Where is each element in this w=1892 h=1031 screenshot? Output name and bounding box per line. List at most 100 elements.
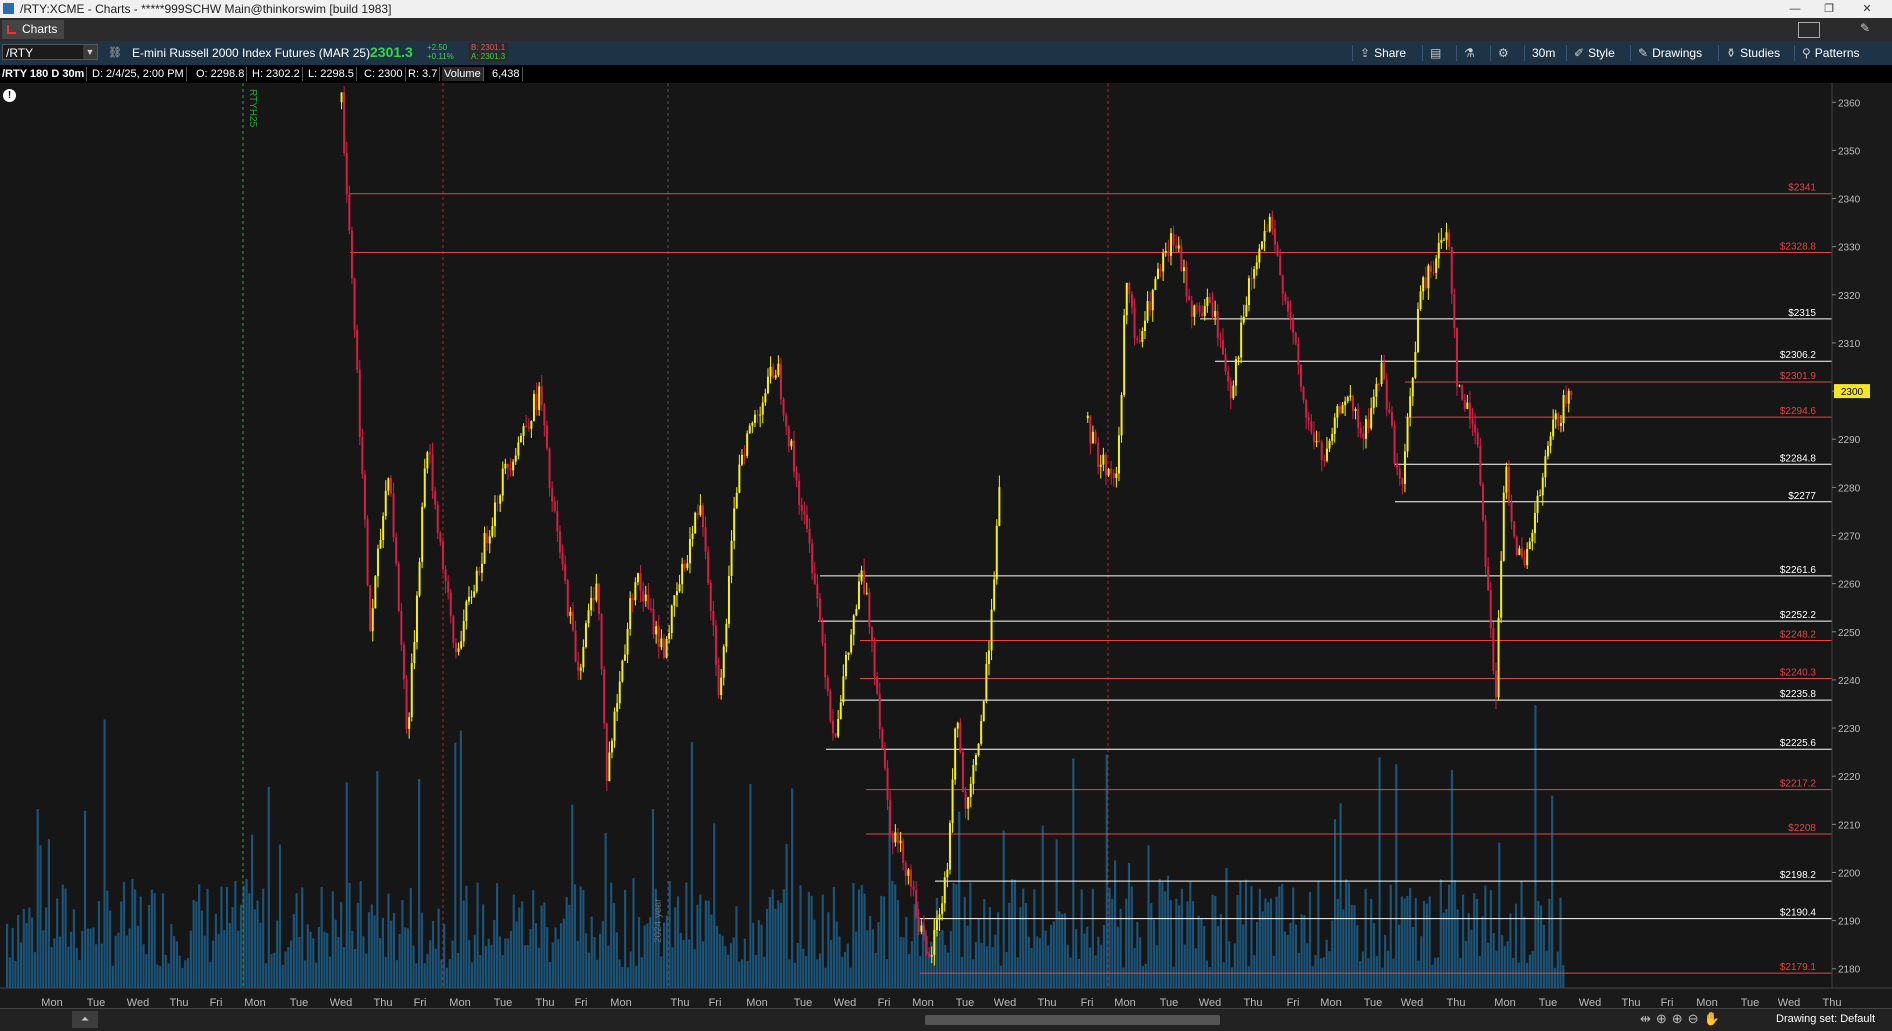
candle-body	[805, 514, 808, 529]
link-icon[interactable]: ⛓	[108, 46, 122, 59]
volume-bar	[81, 930, 84, 988]
candle-body	[363, 474, 366, 520]
volume-bar	[1300, 914, 1303, 988]
volume-bar	[1211, 894, 1214, 988]
candle-body	[525, 426, 528, 428]
volume-bar	[1286, 935, 1289, 988]
candle-body	[748, 425, 751, 434]
candle-body	[1201, 312, 1204, 316]
volume-bar	[426, 953, 429, 988]
candle-body	[899, 840, 902, 844]
volume-bar	[980, 942, 983, 988]
candle-body	[915, 890, 918, 917]
candle-body	[800, 504, 803, 512]
candle-body	[345, 153, 348, 195]
chart-nav-icons[interactable]: ⇹⊕⊕⊖✋	[1640, 1011, 1725, 1027]
candle-body	[415, 595, 418, 643]
candle-body	[1206, 297, 1209, 307]
studies-button[interactable]: ⚱ Studies	[1726, 44, 1780, 62]
candle-body	[374, 576, 377, 609]
candle-body	[980, 721, 983, 744]
candle-body	[647, 594, 650, 609]
horizontal-scrollbar[interactable]	[925, 1015, 1220, 1025]
candle-body	[1281, 275, 1284, 294]
symbol-selector[interactable]: /RTY ▼	[2, 44, 98, 60]
style-button[interactable]: ✐ Style	[1574, 44, 1615, 62]
chart-header: /RTY 180 D 30m D: 2/4/25, 2:00 PM O: 229…	[0, 65, 1892, 83]
candle-body	[639, 573, 642, 591]
volume-bar	[340, 902, 343, 988]
volume-bar	[938, 931, 941, 988]
candle-body	[878, 693, 881, 729]
volume-bar	[1047, 945, 1050, 988]
volume-bar	[379, 937, 382, 988]
candle-body	[725, 623, 728, 647]
candle-body	[678, 584, 681, 592]
tab-charts[interactable]: Charts	[2, 20, 64, 39]
candle-body	[353, 278, 356, 330]
volume-bar	[109, 910, 112, 988]
volume-bar	[832, 886, 836, 988]
volume-bar	[465, 885, 468, 988]
settings-button[interactable]: ⚙	[1498, 44, 1513, 62]
candle-body	[431, 454, 434, 492]
volume-bar	[345, 782, 348, 988]
volume-bar	[729, 943, 733, 988]
candle-body	[1367, 419, 1370, 429]
volume-bar	[1495, 950, 1498, 988]
grid-layout-button[interactable]: ▤	[1430, 44, 1445, 62]
studies-lab-button[interactable]: ⚗	[1464, 44, 1479, 62]
volume-bar	[1150, 903, 1153, 988]
minimize-button[interactable]: —	[1778, 0, 1812, 18]
patterns-button[interactable]: ⚲ Patterns	[1802, 44, 1860, 62]
chevron-down-icon[interactable]: ▼	[83, 45, 97, 59]
volume-bar	[1350, 904, 1353, 988]
volume-bar	[420, 912, 423, 988]
volume-bar	[573, 884, 577, 988]
chart-toolbar: /RTY ▼ ⛓ E-mini Russell 2000 Index Futur…	[0, 41, 1892, 66]
volume-bar	[1214, 895, 1217, 988]
candle-body	[1533, 512, 1536, 533]
volume-bar	[643, 925, 646, 988]
volume-bar	[39, 845, 42, 988]
price-chart[interactable]: RTYH25 2024 year $2341 $2328.8 $2315 $2306.2…	[0, 83, 1892, 1030]
chart-icon	[7, 25, 16, 34]
price-axis[interactable]: 2180 2190 2200 2210 2220 2230 2240 2250 2260 2270…	[1831, 83, 1892, 988]
price-tick-label: 2340	[1838, 195, 1861, 206]
candle-body	[1338, 406, 1341, 414]
candle-body	[480, 563, 483, 573]
divider	[1456, 45, 1457, 61]
candle-body	[556, 511, 559, 532]
volume-bar	[326, 932, 329, 988]
volume-bar	[278, 844, 282, 988]
timeframe-button[interactable]: 30m	[1532, 44, 1555, 62]
volume-bar	[874, 952, 877, 988]
candle-body	[1518, 548, 1521, 556]
restore-button[interactable]: ❐	[1812, 0, 1846, 18]
candle-body	[1450, 246, 1453, 295]
scroll-up-button[interactable]: ⏶	[72, 1011, 98, 1028]
candle-body	[457, 648, 460, 653]
candle-body	[686, 563, 689, 569]
volume-bar	[203, 935, 206, 988]
candle-body	[527, 426, 530, 429]
volume-bar	[910, 941, 913, 988]
share-button[interactable]: ⇪ Share	[1360, 44, 1406, 62]
price-level-label: $2301.9	[1780, 371, 1817, 382]
volume-bar	[47, 839, 50, 988]
alert-info-icon[interactable]: !	[3, 89, 16, 102]
volume-bar	[250, 834, 254, 988]
volume-bar	[212, 940, 215, 988]
volume-bar	[1464, 940, 1467, 988]
volume-bar	[1125, 898, 1128, 988]
detach-window-icon[interactable]	[1798, 22, 1820, 38]
candle-body	[642, 590, 645, 602]
close-button[interactable]: ✕	[1850, 0, 1884, 18]
drawings-button[interactable]: ✎ Drawings	[1638, 44, 1702, 62]
pin-icon[interactable]: ✎	[1860, 21, 1870, 35]
volume-bar	[487, 938, 490, 988]
volume-bar	[1049, 925, 1053, 988]
candle-body	[951, 779, 954, 824]
volume-bar	[1397, 924, 1401, 988]
volume-bar	[637, 917, 641, 988]
